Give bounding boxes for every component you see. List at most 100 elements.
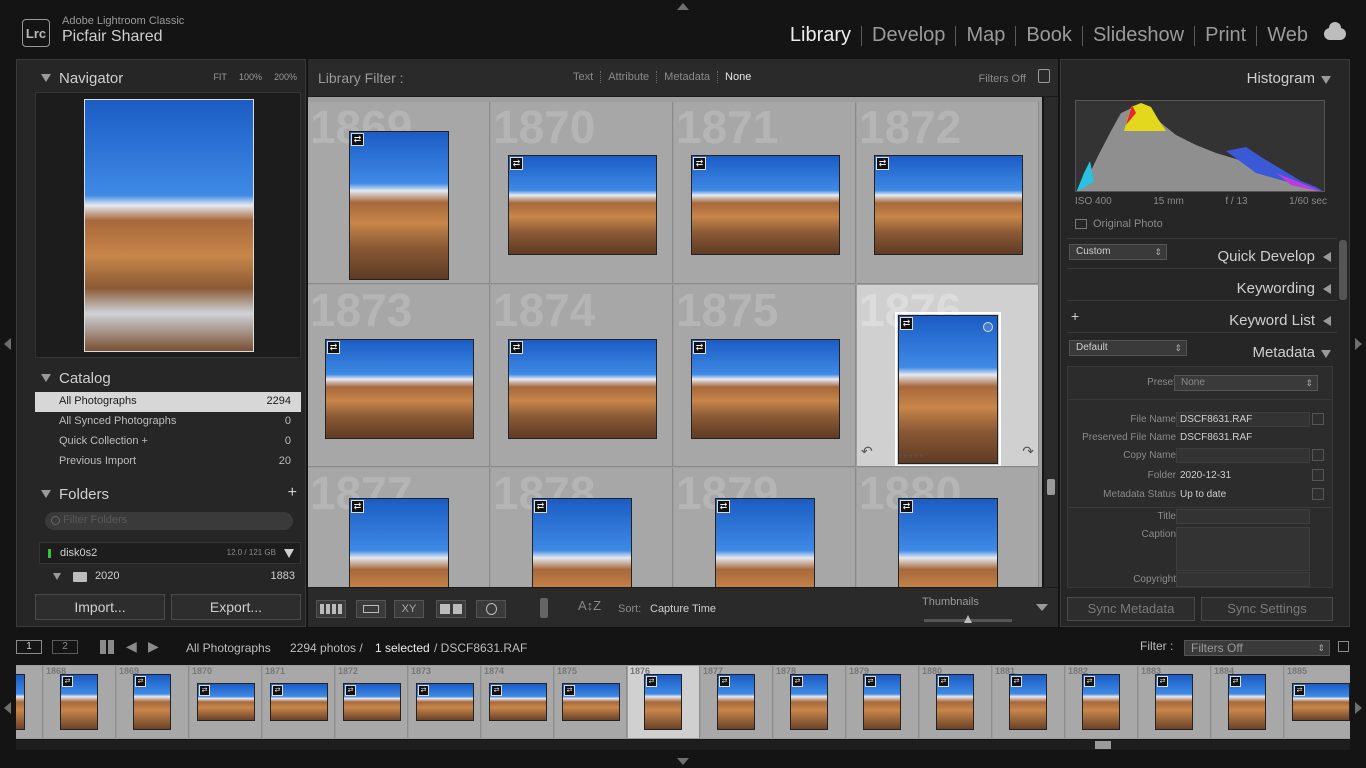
thumbnail-photo[interactable]: ⇄: [349, 131, 449, 280]
grid-cell-1873[interactable]: 1873 ⇄: [308, 285, 490, 467]
grid-cell-1878[interactable]: 1878 ⇄: [491, 468, 673, 587]
filmstrip-cell[interactable]: 1878 ⇄: [774, 666, 846, 738]
thumbnail-grid[interactable]: 1869 ⇄ 1870 ⇄ 1871 ⇄ 1872 ⇄ 1873 ⇄ 1874 …: [308, 97, 1042, 587]
catalog-item-quick-collection[interactable]: Quick Collection + 0: [35, 432, 301, 452]
filmstrip-cell[interactable]: 1884 ⇄: [1212, 666, 1284, 738]
grid-cell-1869[interactable]: 1869 ⇄: [308, 102, 490, 284]
compare-view-button[interactable]: XY: [394, 600, 424, 618]
filmstrip-cell[interactable]: 1869 ⇄: [117, 666, 189, 738]
survey-view-button[interactable]: [436, 600, 466, 618]
thumbnail-photo[interactable]: ⇄: [691, 339, 840, 439]
histogram-graph[interactable]: [1075, 100, 1325, 192]
filmstrip-thumbnail[interactable]: ⇄: [416, 683, 474, 721]
grid-cell-1871[interactable]: 1871 ⇄: [674, 102, 856, 284]
grid-scrollbar-thumb[interactable]: [1047, 479, 1055, 495]
main-window-button[interactable]: 1: [16, 640, 42, 654]
grid-cell-1875[interactable]: 1875 ⇄: [674, 285, 856, 467]
grid-cell-1879[interactable]: 1879 ⇄: [674, 468, 856, 587]
second-window-button[interactable]: 2: [52, 640, 78, 654]
histogram-header[interactable]: Histogram: [1061, 66, 1349, 92]
folder-expand-icon[interactable]: [53, 573, 61, 580]
keyword-list-header[interactable]: Keyword List: [1061, 308, 1349, 334]
filmstrip-cell[interactable]: 1867⇄: [16, 666, 43, 738]
filmstrip-cell[interactable]: 1868 ⇄: [44, 666, 116, 738]
cloud-icon[interactable]: [1324, 22, 1346, 40]
grid-icon[interactable]: [100, 640, 114, 654]
go-to-arrow-icon[interactable]: [1312, 449, 1324, 461]
thumbnail-photo[interactable]: ⇄: [508, 339, 657, 439]
filmstrip-cell[interactable]: 1877 ⇄: [701, 666, 773, 738]
module-library[interactable]: Library: [780, 24, 861, 47]
thumbnail-photo[interactable]: ⇄: [691, 155, 840, 255]
filmstrip-thumbnail[interactable]: ⇄: [1082, 674, 1120, 730]
filmstrip-thumbnail[interactable]: ⇄: [562, 683, 620, 721]
filmstrip-cell[interactable]: 1882 ⇄: [1066, 666, 1138, 738]
catalog-header[interactable]: Catalog: [17, 366, 305, 392]
thumbnail-photo[interactable]: ⇄: [898, 315, 998, 464]
navigator-preview[interactable]: [35, 92, 301, 358]
thumbnail-photo[interactable]: ⇄: [874, 155, 1023, 255]
filmstrip-thumbnail[interactable]: ⇄: [489, 683, 547, 721]
module-map[interactable]: Map: [956, 24, 1015, 47]
rotate-left-icon[interactable]: ↶: [861, 443, 873, 460]
catalog-item-all-photographs[interactable]: All Photographs 2294: [35, 392, 301, 412]
thumbnail-photo[interactable]: ⇄: [349, 498, 449, 587]
filmstrip-scroll-left-icon[interactable]: [4, 702, 11, 714]
folder-row-2020[interactable]: 2020 1883: [39, 568, 301, 586]
quick-develop-header[interactable]: Quick Develop: [1061, 244, 1349, 270]
filmstrip-thumbnail[interactable]: ⇄: [863, 674, 901, 730]
sync-settings-button[interactable]: Sync Settings: [1201, 597, 1333, 621]
catalog-item-all-synced[interactable]: All Synced Photographs 0: [35, 412, 301, 432]
original-photo-checkbox[interactable]: Original Photo: [1075, 218, 1163, 230]
filmstrip[interactable]: 1867⇄1868⇄1869⇄1870 ⇄ 1871 ⇄ 1872 ⇄ 1873 ⇄ 1874 ⇄…: [16, 665, 1350, 739]
painter-spray-icon[interactable]: [540, 598, 548, 618]
sort-direction-icon[interactable]: A↕Z: [578, 598, 601, 613]
caption-field[interactable]: [1176, 527, 1310, 571]
thumbnail-photo[interactable]: ⇄: [508, 155, 657, 255]
right-panel-scrollbar[interactable]: [1339, 240, 1347, 300]
filmstrip-cell[interactable]: 1881 ⇄: [993, 666, 1065, 738]
copy-name-field[interactable]: [1176, 448, 1310, 463]
navigator-header[interactable]: Navigator FIT 100% 200%: [17, 66, 305, 92]
grid-cell-1880[interactable]: 1880 ⇄: [857, 468, 1039, 587]
grid-cell-1876-selected[interactable]: 1876 ⇄ ↶ ↷ •••••: [857, 285, 1039, 467]
filmstrip-thumbnail[interactable]: ⇄: [644, 674, 682, 730]
filmstrip-scroll-right-icon[interactable]: [1355, 702, 1362, 714]
grid-cell-1870[interactable]: 1870 ⇄: [491, 102, 673, 284]
rotate-right-icon[interactable]: ↷: [1022, 443, 1034, 460]
filmstrip-thumbnail[interactable]: ⇄: [1009, 674, 1047, 730]
filmstrip-cell[interactable]: 1871 ⇄: [263, 666, 335, 738]
filmstrip-thumbnail[interactable]: ⇄: [1155, 674, 1193, 730]
catalog-name[interactable]: Picfair Shared: [62, 28, 163, 46]
filmstrip-cell[interactable]: 1873 ⇄: [409, 666, 481, 738]
grid-scrollbar[interactable]: [1044, 97, 1058, 587]
filmstrip-scrollbar-thumb[interactable]: [1095, 741, 1111, 749]
metadata-status-icon[interactable]: [1312, 488, 1324, 500]
keywording-header[interactable]: Keywording: [1061, 276, 1349, 302]
filmstrip-cell[interactable]: 1872 ⇄: [336, 666, 408, 738]
go-to-folder-icon[interactable]: [1312, 469, 1324, 481]
filmstrip-thumbnail[interactable]: ⇄: [16, 674, 25, 730]
filmstrip-cell[interactable]: 1885 ⇄: [1285, 666, 1350, 738]
bottom-panel-toggle-icon[interactable]: [677, 758, 689, 765]
module-slideshow[interactable]: Slideshow: [1083, 24, 1194, 47]
module-print[interactable]: Print: [1195, 24, 1256, 47]
module-web[interactable]: Web: [1257, 24, 1318, 47]
metadata-header[interactable]: Metadata: [1061, 340, 1349, 366]
filmstrip-thumbnail[interactable]: ⇄: [133, 674, 171, 730]
filmstrip-thumbnail[interactable]: ⇄: [270, 683, 328, 721]
filmstrip-cell[interactable]: 1880 ⇄: [920, 666, 992, 738]
filmstrip-thumbnail[interactable]: ⇄: [936, 674, 974, 730]
disk-row[interactable]: disk0s2 12.0 / 121 GB: [39, 542, 301, 564]
metadata-preset-dropdown[interactable]: None: [1174, 375, 1318, 391]
thumbnail-photo[interactable]: ⇄: [325, 339, 474, 439]
grid-cell-1877[interactable]: 1877 ⇄: [308, 468, 490, 587]
people-view-button[interactable]: [476, 600, 506, 618]
filmstrip-thumbnail[interactable]: ⇄: [197, 683, 255, 721]
rename-icon[interactable]: [1312, 413, 1324, 425]
filmstrip-thumbnail[interactable]: ⇄: [717, 674, 755, 730]
filters-off-dropdown[interactable]: Filters Off: [979, 73, 1026, 85]
grid-cell-1872[interactable]: 1872 ⇄: [857, 102, 1039, 284]
copyright-field[interactable]: [1176, 572, 1310, 587]
right-panel-toggle-icon[interactable]: [1355, 338, 1362, 350]
